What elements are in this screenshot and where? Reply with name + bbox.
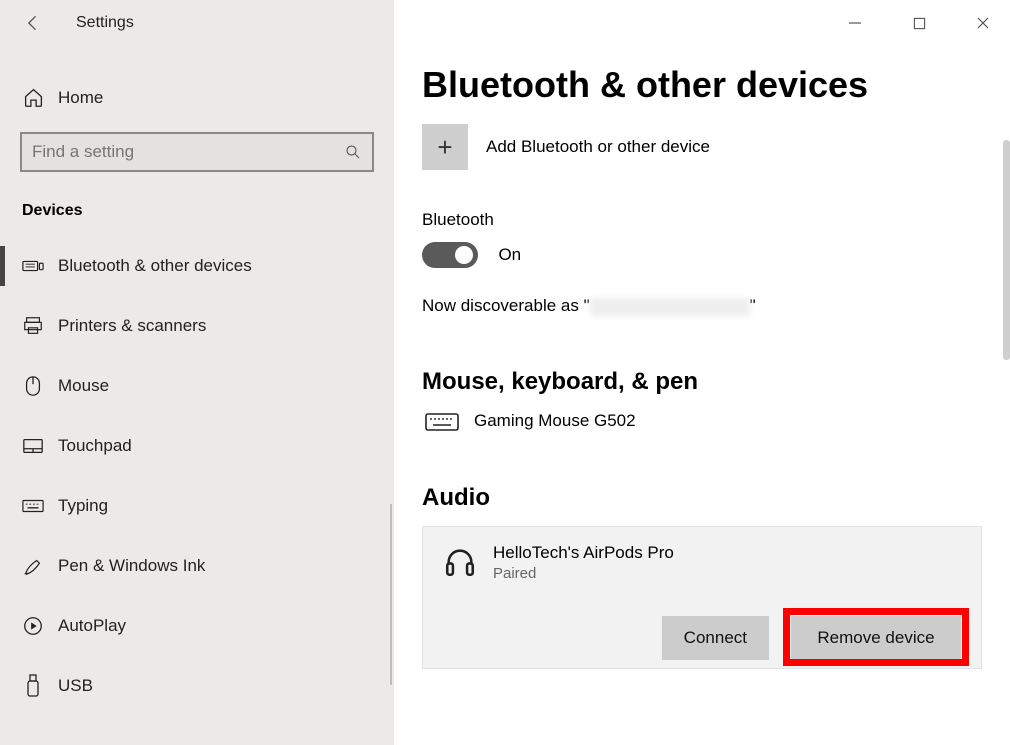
device-name: Gaming Mouse G502	[474, 411, 636, 431]
sidebar-item-usb[interactable]: USB	[0, 656, 394, 716]
discoverable-text: Now discoverable as " "	[422, 296, 982, 316]
window-controls	[836, 8, 1002, 38]
category-heading: Devices	[22, 202, 394, 220]
add-device-label: Add Bluetooth or other device	[486, 137, 710, 157]
redacted-device-name	[590, 298, 750, 316]
touchpad-icon	[22, 437, 44, 455]
sidebar-item-label: USB	[58, 676, 93, 696]
sidebar-item-label: Typing	[58, 496, 108, 516]
home-label: Home	[58, 88, 103, 108]
maximize-button[interactable]	[900, 8, 938, 38]
sidebar-item-autoplay[interactable]: AutoPlay	[0, 596, 394, 656]
main-content: Bluetooth & other devices + Add Bluetoot…	[394, 0, 1010, 745]
close-icon	[976, 16, 990, 30]
sidebar-item-typing[interactable]: Typing	[0, 476, 394, 536]
add-device-button[interactable]: + Add Bluetooth or other device	[422, 124, 982, 170]
sidebar-item-label: Mouse	[58, 376, 109, 396]
home-nav[interactable]: Home	[0, 75, 394, 120]
sidebar-item-label: Touchpad	[58, 436, 132, 456]
bluetooth-toggle[interactable]	[422, 242, 478, 268]
mouse-icon	[22, 375, 44, 397]
usb-icon	[22, 674, 44, 698]
titlebar: Settings	[0, 0, 394, 45]
plus-icon: +	[422, 124, 468, 170]
sidebar: Settings Home Devices Bluetooth & oth	[0, 0, 394, 745]
printer-icon	[22, 315, 44, 337]
headphones-icon	[443, 545, 483, 579]
pen-icon	[22, 555, 44, 577]
bluetooth-state: On	[498, 245, 521, 265]
page-title: Bluetooth & other devices	[422, 64, 982, 106]
remove-device-button[interactable]: Remove device	[791, 616, 961, 660]
sidebar-scrollbar[interactable]	[390, 504, 392, 685]
discoverable-prefix: Now discoverable as "	[422, 296, 590, 315]
minimize-icon	[848, 16, 862, 30]
sidebar-item-touchpad[interactable]: Touchpad	[0, 416, 394, 476]
sidebar-item-label: AutoPlay	[58, 616, 126, 636]
device-card-audio[interactable]: HelloTech's AirPods Pro Paired Connect R…	[422, 526, 982, 669]
window-title: Settings	[76, 14, 134, 32]
keyboard-device-icon	[22, 258, 44, 274]
mouse-section-title: Mouse, keyboard, & pen	[422, 368, 982, 396]
connect-button[interactable]: Connect	[662, 616, 769, 660]
device-row-mouse[interactable]: Gaming Mouse G502	[422, 410, 982, 432]
sidebar-item-label: Pen & Windows Ink	[58, 556, 205, 576]
minimize-button[interactable]	[836, 8, 874, 38]
keyboard-icon	[22, 498, 44, 514]
sidebar-item-printers[interactable]: Printers & scanners	[0, 296, 394, 356]
maximize-icon	[913, 17, 926, 30]
sidebar-item-label: Bluetooth & other devices	[58, 256, 252, 276]
keyboard-icon	[422, 410, 462, 432]
audio-device-status: Paired	[493, 565, 674, 582]
bluetooth-label: Bluetooth	[422, 210, 982, 230]
sidebar-item-bluetooth[interactable]: Bluetooth & other devices	[0, 236, 394, 296]
sidebar-item-pen[interactable]: Pen & Windows Ink	[0, 536, 394, 596]
arrow-left-icon	[23, 13, 43, 33]
search-input[interactable]	[20, 132, 374, 172]
nav-list: Bluetooth & other devices Printers & sca…	[0, 236, 394, 745]
sidebar-item-mouse[interactable]: Mouse	[0, 356, 394, 416]
audio-section-title: Audio	[422, 484, 982, 512]
autoplay-icon	[22, 615, 44, 637]
close-button[interactable]	[964, 8, 1002, 38]
main-scrollbar[interactable]	[1003, 140, 1010, 360]
audio-device-name: HelloTech's AirPods Pro	[493, 543, 674, 563]
sidebar-item-label: Printers & scanners	[58, 316, 206, 336]
toggle-knob	[455, 246, 473, 264]
search-icon	[344, 143, 362, 161]
search-field[interactable]	[32, 142, 344, 162]
back-button[interactable]	[18, 8, 48, 38]
discoverable-suffix: "	[750, 296, 756, 315]
home-icon	[22, 87, 44, 108]
